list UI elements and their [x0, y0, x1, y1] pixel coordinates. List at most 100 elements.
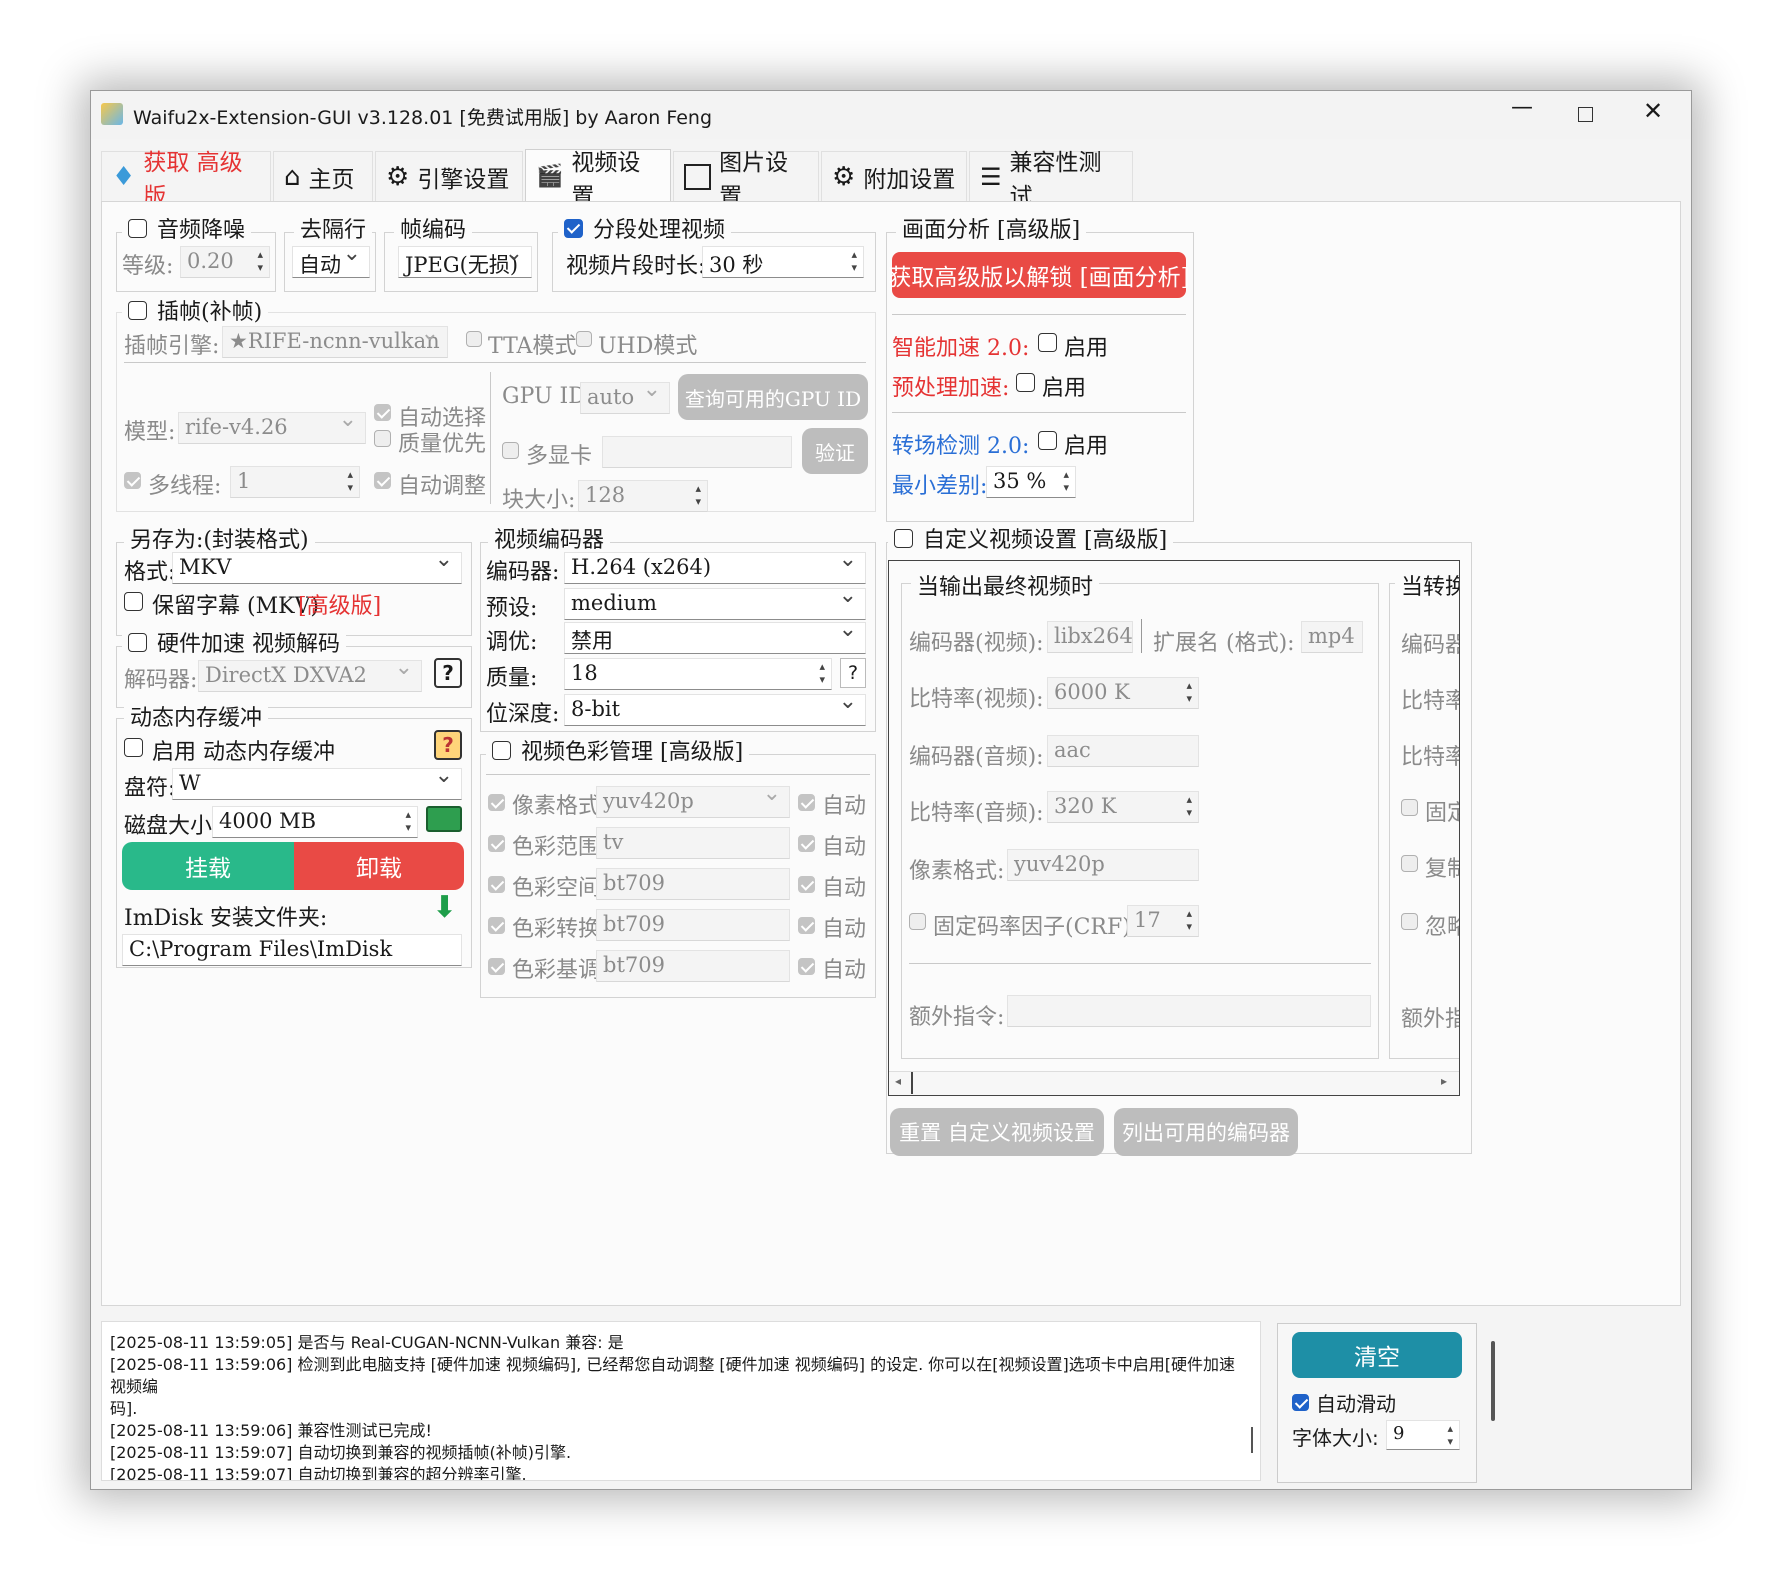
interp-engine-select[interactable]: ★RIFE-ncnn-vulkan	[222, 326, 448, 358]
audio-level-spinbox[interactable]: 0.20	[180, 246, 270, 278]
quality-first-checkbox[interactable]	[374, 430, 391, 447]
color-space-input[interactable]: bt709	[596, 868, 790, 900]
block-size-spinbox[interactable]: 128	[578, 480, 708, 512]
vbitrate-spinbox[interactable]: 6000 K	[1047, 677, 1199, 709]
query-gpu-button[interactable]: 查询可用的GPU ID	[678, 374, 868, 420]
color-checkbox[interactable]	[492, 740, 511, 760]
gpu-id-select[interactable]: auto	[580, 382, 670, 414]
color-range-checkbox[interactable]	[488, 835, 505, 852]
bitdepth-select[interactable]: 8-bit	[564, 694, 866, 726]
abitrate-spinbox[interactable]: 320 K	[1047, 791, 1199, 823]
color-range-auto-checkbox[interactable]	[798, 835, 815, 852]
reset-custom-button[interactable]: 重置 自定义视频设置	[890, 1108, 1104, 1156]
pixel-format-checkbox[interactable]	[488, 794, 505, 811]
title-bar: Waifu2x-Extension-GUI v3.128.01 [免费试用版] …	[91, 91, 1691, 139]
color-transfer-auto-checkbox[interactable]	[798, 917, 815, 934]
quality-spinbox[interactable]: 18	[564, 658, 832, 690]
imdisk-path-input[interactable]: C:\Program Files\ImDisk	[122, 934, 462, 966]
audio-denoise-checkbox[interactable]	[128, 218, 147, 238]
mount-button[interactable]: 挂载	[122, 842, 294, 890]
tab-image-settings[interactable]: 图片设置	[673, 150, 819, 210]
smart-accel-checkbox[interactable]	[1038, 333, 1057, 352]
tab-engine-settings[interactable]: ⚙ 引擎设置	[375, 151, 523, 201]
color-primaries-auto-checkbox[interactable]	[798, 958, 815, 975]
tab-compatibility-test[interactable]: ☰ 兼容性测试	[969, 150, 1133, 210]
preset-select[interactable]: medium	[564, 588, 866, 620]
decoder-help-icon[interactable]: ?	[434, 658, 462, 688]
multi-gpu-checkbox[interactable]	[502, 442, 519, 459]
list-encoders-button[interactable]: 列出可用的编码器	[1114, 1108, 1298, 1156]
log-area[interactable]: [2025-08-11 13:59:05] 是否与 Real-CUGAN-NCN…	[101, 1321, 1261, 1481]
custom-video-checkbox[interactable]	[894, 528, 913, 548]
right-col-checkbox[interactable]	[1401, 913, 1418, 930]
verify-button[interactable]: 验证	[802, 428, 868, 474]
frame-codec-select[interactable]: JPEG(无损)	[398, 246, 532, 278]
ext-input[interactable]: mp4	[1301, 621, 1363, 653]
crf-spinbox[interactable]: 17	[1127, 905, 1199, 937]
drive-select[interactable]: W	[172, 768, 462, 800]
hw-decode-checkbox[interactable]	[128, 632, 147, 652]
ramdisk-enable-checkbox[interactable]	[124, 738, 143, 757]
quality-help-button[interactable]: ?	[840, 658, 866, 688]
pixfmt-input[interactable]: yuv420p	[1007, 849, 1199, 881]
extra-cmd-input[interactable]	[1007, 995, 1371, 1027]
unlock-analysis-button[interactable]: 获取高级版以解锁 [画面分析]	[888, 252, 1190, 298]
scroll-left-icon[interactable]: ◂	[895, 1074, 901, 1088]
model-select[interactable]: rife-v4.26	[178, 412, 366, 444]
ext-label: 扩展名 (格式):	[1153, 631, 1295, 656]
disk-size-spinbox[interactable]: 4000 MB	[212, 806, 418, 838]
codec-select[interactable]: H.264 (x264)	[564, 552, 866, 584]
decoder-select[interactable]: DirectX DXVA2	[198, 660, 422, 692]
keep-subs-checkbox[interactable]	[124, 592, 143, 611]
pixel-format-select[interactable]: yuv420p	[596, 786, 790, 818]
vcodec-input[interactable]: libx264	[1047, 621, 1133, 653]
scroll-thumb[interactable]	[911, 1072, 913, 1094]
smart-accel-label: 智能加速 2.0:	[892, 336, 1030, 361]
download-icon[interactable]: ⬇	[432, 890, 457, 925]
color-primaries-input[interactable]: bt709	[596, 950, 790, 982]
color-range-input[interactable]: tv	[596, 827, 790, 859]
segment-duration-spinbox[interactable]: 30 秒	[702, 246, 864, 278]
right-col-checkbox[interactable]	[1401, 855, 1418, 872]
multi-gpu-input[interactable]	[602, 436, 792, 468]
unmount-button[interactable]: 卸载	[294, 842, 464, 890]
horizontal-scrollbar[interactable]: ◂ ▸	[889, 1071, 1459, 1095]
uhd-checkbox[interactable]	[576, 331, 592, 347]
deinterlace-select[interactable]: 自动	[292, 246, 370, 278]
color-space-checkbox[interactable]	[488, 876, 505, 893]
right-col-checkbox[interactable]	[1401, 799, 1418, 816]
tune-select[interactable]: 禁用	[564, 622, 866, 654]
auto-select-checkbox[interactable]	[374, 404, 391, 421]
tab-additional-settings[interactable]: ⚙ 附加设置	[821, 151, 967, 201]
preprocess-accel-checkbox[interactable]	[1016, 373, 1035, 392]
color-space-auto-checkbox[interactable]	[798, 876, 815, 893]
color-transfer-input[interactable]: bt709	[596, 909, 790, 941]
min-diff-spinbox[interactable]: 35 %	[986, 466, 1076, 498]
multithread-spinbox[interactable]: 1	[230, 466, 360, 498]
crf-checkbox[interactable]	[909, 913, 926, 930]
interp-checkbox[interactable]	[128, 300, 147, 320]
tab-get-pro[interactable]: ♦ 获取 高级版	[101, 150, 271, 210]
tab-video-settings[interactable]: 🎬 视频设置	[525, 149, 671, 210]
clear-log-button[interactable]: 清空	[1292, 1332, 1462, 1378]
side-scrollbar[interactable]	[1491, 1341, 1495, 1421]
log-scrollbar-thumb[interactable]	[1251, 1427, 1253, 1453]
ramdisk-help-icon[interactable]: ?	[434, 730, 462, 760]
segment-checkbox[interactable]	[564, 218, 583, 238]
tta-checkbox[interactable]	[466, 331, 482, 347]
multithread-checkbox[interactable]	[124, 472, 141, 489]
autoscroll-checkbox[interactable]	[1292, 1394, 1309, 1411]
color-primaries-checkbox[interactable]	[488, 958, 505, 975]
font-size-spinbox[interactable]: 9	[1386, 1420, 1460, 1450]
close-icon[interactable]: ✕	[1643, 97, 1663, 125]
format-select[interactable]: MKV	[172, 552, 462, 584]
auto-adjust-checkbox[interactable]	[374, 472, 391, 489]
color-transfer-checkbox[interactable]	[488, 917, 505, 934]
tab-home[interactable]: ⌂ 主页	[273, 151, 373, 201]
scene-detect-checkbox[interactable]	[1038, 431, 1057, 450]
maximize-icon[interactable]	[1578, 107, 1593, 122]
acodec-input[interactable]: aac	[1047, 735, 1199, 767]
pixel-format-auto-checkbox[interactable]	[798, 794, 815, 811]
minimize-icon[interactable]: —	[1511, 95, 1533, 120]
scroll-right-icon[interactable]: ▸	[1441, 1074, 1447, 1088]
